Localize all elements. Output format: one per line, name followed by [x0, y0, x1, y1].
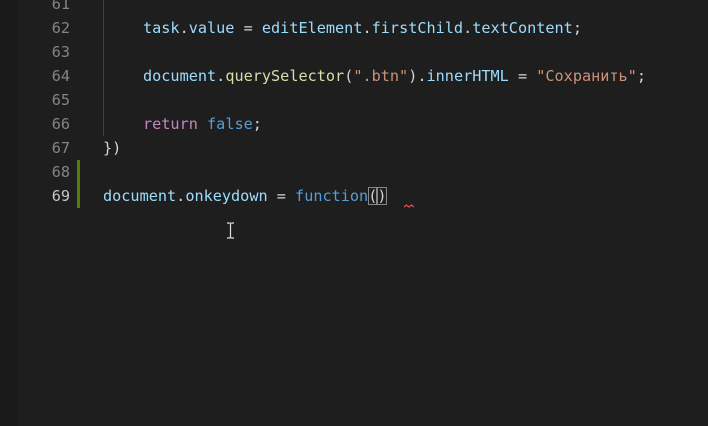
code-token: "Сохранить" — [536, 67, 637, 85]
code-token: editElement — [261, 19, 363, 37]
error-squiggle — [404, 204, 414, 208]
code-line[interactable]: 63 — [0, 40, 708, 64]
code-token: . — [176, 187, 186, 205]
code-token: . — [463, 19, 473, 37]
code-token: onkeydown — [185, 187, 268, 205]
code-token: document — [143, 67, 217, 85]
code-token: textContent — [472, 19, 573, 37]
code-token: value — [188, 19, 235, 37]
modified-line-indicator — [77, 160, 80, 184]
code-text[interactable]: }) — [103, 136, 121, 160]
line-number: 68 — [51, 163, 70, 181]
code-text[interactable]: document.querySelector(".btn").innerHTML… — [143, 64, 646, 88]
matched-bracket: ( — [368, 187, 378, 205]
line-number: 69 — [51, 187, 70, 205]
code-token: document — [103, 187, 177, 205]
code-token: return — [143, 115, 198, 133]
code-line[interactable]: 62 task.value = editElement.firstChild.te… — [0, 16, 708, 40]
code-token: ; — [252, 115, 262, 133]
line-number: 67 — [51, 139, 70, 157]
code-token: ( — [344, 67, 354, 85]
code-line[interactable]: 69 document.onkeydown = function() — [0, 184, 708, 208]
code-token: }) — [103, 139, 122, 157]
code-line[interactable]: 64 document.querySelector(".btn").innerHT… — [0, 64, 708, 88]
code-text[interactable]: task.value = editElement.firstChild.text… — [143, 16, 582, 40]
code-token: function — [295, 187, 369, 205]
text-cursor-icon — [227, 222, 234, 239]
code-token: . — [216, 67, 226, 85]
line-number: 64 — [51, 67, 70, 85]
code-line[interactable]: 67}) — [0, 136, 708, 160]
line-number: 66 — [51, 115, 70, 133]
code-token: task — [143, 19, 180, 37]
code-token: . — [179, 19, 189, 37]
code-token: ; — [572, 19, 582, 37]
line-number: 61 — [51, 0, 70, 13]
code-text[interactable]: document.onkeydown = function() — [103, 184, 387, 208]
code-line[interactable]: 68 — [0, 160, 708, 184]
code-line[interactable]: 66 return false; — [0, 112, 708, 136]
code-editor[interactable]: 61 62 task.value = editElement.firstChild.… — [0, 0, 708, 426]
code-token: querySelector — [225, 67, 345, 85]
code-token: false — [207, 115, 253, 133]
code-text[interactable]: return false; — [143, 112, 262, 136]
code-token: innerHTML — [426, 67, 509, 85]
code-token: ; — [636, 67, 646, 85]
code-token: = — [234, 19, 262, 37]
code-token: ). — [408, 67, 427, 85]
code-token: = — [508, 67, 537, 85]
code-token: firstChild — [371, 19, 464, 37]
line-number: 62 — [51, 19, 70, 37]
modified-line-indicator — [77, 184, 80, 208]
matched-bracket: ) — [377, 187, 387, 205]
code-token: ".btn" — [353, 67, 409, 85]
line-number: 63 — [51, 43, 70, 61]
line-number: 65 — [51, 91, 70, 109]
code-line[interactable]: 61 — [0, 0, 708, 16]
code-line[interactable]: 65 — [0, 88, 708, 112]
code-token: = — [267, 187, 296, 205]
code-token: . — [362, 19, 372, 37]
